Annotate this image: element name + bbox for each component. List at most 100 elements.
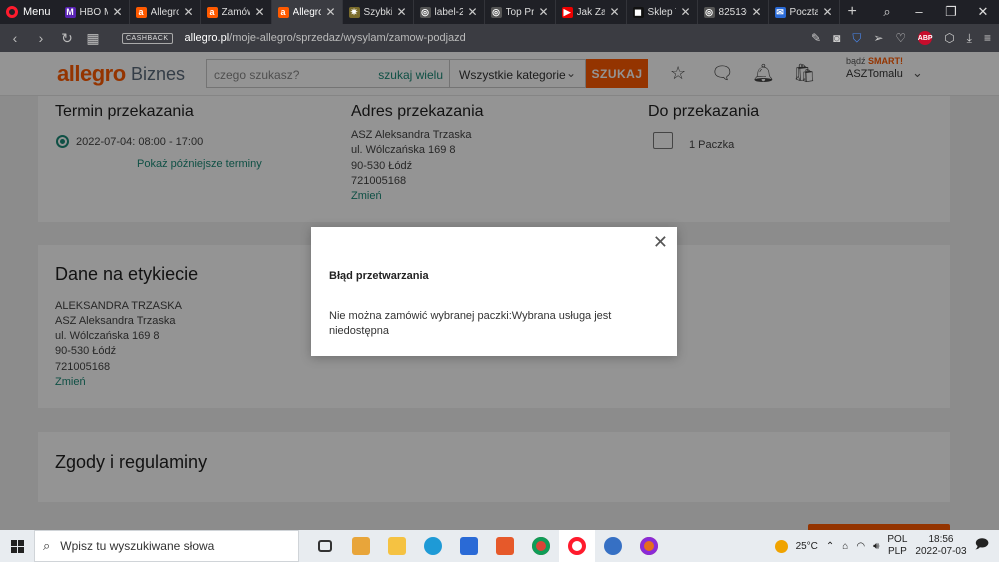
tab-close-icon[interactable]: ✕ [751, 5, 761, 19]
language-indicator[interactable]: POL PLP [887, 534, 907, 558]
address-bar-icons: ✎ ◙ ⛉ ➢ ♡ ABP ⬡ ⤓ ≡ [811, 31, 991, 46]
edit-icon[interactable]: ✎ [811, 31, 821, 45]
opera-menu-button[interactable]: Menu [0, 0, 59, 24]
windows-taskbar: ⌕ Wpisz tu wyszukiwane słowa 25°C ⌃ ⌂ ◠ … [0, 530, 999, 562]
wifi-icon[interactable]: ◠ [856, 541, 865, 552]
browser-tab[interactable]: ▶Jak Założyć✕ [556, 0, 627, 24]
edge-icon[interactable] [415, 530, 451, 562]
clock[interactable]: 18:56 2022-07-03 [915, 534, 966, 558]
taskbar-search-placeholder: Wpisz tu wyszukiwane słowa [60, 539, 215, 553]
browser-tab-bar: Menu MHBO Max✕aAllegro✕aZamówienia✕aAlle… [0, 0, 999, 24]
tab-close-icon[interactable]: ✕ [467, 5, 477, 19]
tab-close-icon[interactable]: ✕ [325, 5, 335, 19]
network-icon[interactable]: ⌂ [842, 541, 848, 552]
tab-label: Zamówienia [221, 6, 251, 18]
address-bar: ‹ › ↻ ▦ CASHBACK allegro.pl/moje-allegro… [0, 24, 999, 52]
firefox-icon[interactable] [631, 530, 667, 562]
tab-label: Sklep TC [647, 6, 677, 18]
tab-strip: MHBO Max✕aAllegro✕aZamówienia✕aAllegro✕✷… [59, 0, 840, 24]
shield-icon[interactable]: ⛉ [852, 31, 861, 46]
tab-close-icon[interactable]: ✕ [183, 5, 193, 19]
download-icon[interactable]: ⤓ [967, 31, 972, 46]
thunderbird-icon[interactable] [595, 530, 631, 562]
tab-label: label-20 [434, 6, 464, 18]
tab-close-icon[interactable]: ✕ [396, 5, 406, 19]
weather-sun-icon[interactable] [774, 539, 788, 553]
office-icon[interactable] [487, 530, 523, 562]
browser-tab[interactable]: ◎Top Print✕ [485, 0, 556, 24]
close-icon[interactable]: ✕ [653, 233, 668, 251]
tab-close-icon[interactable]: ✕ [538, 5, 548, 19]
volume-icon[interactable]: 🔊︎ [873, 541, 879, 552]
tab-favicon-icon: M [64, 6, 76, 18]
close-window-icon[interactable]: ✕ [967, 4, 999, 20]
tab-favicon-icon: ✷ [348, 6, 360, 18]
tab-close-icon[interactable]: ✕ [112, 5, 122, 19]
opera-logo-icon [6, 6, 18, 18]
back-icon[interactable]: ‹ [8, 30, 22, 46]
browser-tab[interactable]: aZamówienia✕ [201, 0, 272, 24]
notifications-icon[interactable]: 🗩 [975, 535, 989, 557]
error-modal: ✕ Błąd przetwarzania Nie można zamówić w… [311, 227, 677, 356]
browser-tab[interactable]: ◎825130✕ [698, 0, 769, 24]
taskbar-search-input[interactable]: ⌕ Wpisz tu wyszukiwane słowa [34, 530, 299, 562]
minimize-icon[interactable]: – [903, 4, 935, 20]
reload-icon[interactable]: ↻ [60, 30, 74, 47]
tab-favicon-icon: a [206, 6, 218, 18]
browser-tab[interactable]: MHBO Max✕ [59, 0, 130, 24]
adblock-icon[interactable]: ABP [918, 31, 933, 45]
modal-title: Błąd przetwarzania [329, 270, 429, 282]
search-icon: ⌕ [43, 538, 51, 553]
tab-label: Jak Założyć [576, 6, 606, 18]
forward-icon[interactable]: › [34, 30, 48, 46]
start-button[interactable] [0, 539, 34, 553]
tab-label: Szybkie [363, 6, 393, 18]
file-explorer-icon[interactable] [379, 530, 415, 562]
menu-label: Menu [23, 6, 51, 18]
window-controls: ⌕ – ❐ ✕ [871, 4, 999, 20]
tab-label: Poczta [789, 6, 819, 18]
url-field[interactable]: allegro.pl/moje-allegro/sprzedaz/wysylam… [185, 32, 466, 44]
browser-tab[interactable]: ◎label-20✕ [414, 0, 485, 24]
clock-date: 2022-07-03 [915, 546, 967, 557]
more-menu-icon[interactable]: ≡ [984, 31, 991, 45]
taskbar-apps [307, 530, 667, 562]
browser-tab[interactable]: a Allegro ✕ [271, 0, 343, 24]
system-tray: 25°C ⌃ ⌂ ◠ 🔊︎ POL PLP 18:56 2022-07-03 🗩 [774, 534, 999, 558]
speed-dial-icon[interactable]: ▦ [86, 30, 100, 47]
tray-expand-icon[interactable]: ⌃ [826, 541, 834, 552]
tab-favicon-icon: ◎ [703, 6, 715, 18]
restore-icon[interactable]: ❐ [935, 4, 967, 20]
tab-favicon-icon: a [135, 6, 147, 18]
send-icon[interactable]: ➢ [873, 31, 883, 45]
tab-close-icon[interactable]: ✕ [609, 5, 619, 19]
opera-icon[interactable] [559, 530, 595, 562]
modal-message: Nie można zamówić wybranej paczki:Wybran… [329, 310, 612, 337]
url-path: /moje-allegro/sprzedaz/wysylam/zamow-pod… [229, 32, 466, 44]
language-code: POL [887, 534, 908, 545]
mail-icon[interactable] [451, 530, 487, 562]
chrome-icon[interactable] [523, 530, 559, 562]
browser-tab[interactable]: ◼Sklep TC✕ [627, 0, 698, 24]
tab-label: Allegro [292, 6, 322, 18]
search-tabs-icon[interactable]: ⌕ [871, 4, 903, 20]
camera-icon[interactable]: ◙ [833, 31, 840, 45]
browser-tab[interactable]: ✷Szybkie✕ [343, 0, 414, 24]
cashback-badge[interactable]: CASHBACK [122, 32, 173, 44]
browser-tab[interactable]: ✉ Poczta ✕ [769, 0, 840, 24]
tab-close-icon[interactable]: ✕ [822, 5, 832, 19]
tab-favicon-icon: ◎ [419, 6, 431, 18]
media-player-icon[interactable] [343, 530, 379, 562]
task-view-icon[interactable] [307, 530, 343, 562]
keyboard-layout: PLP [887, 546, 907, 557]
tab-close-icon[interactable]: ✕ [680, 5, 690, 19]
tab-close-icon[interactable]: ✕ [254, 5, 264, 19]
new-tab-icon[interactable]: + [840, 3, 865, 21]
extension-cube-icon[interactable]: ⬡ [944, 31, 954, 45]
tab-favicon-icon: ◼ [632, 6, 644, 18]
tab-favicon-icon: ◎ [490, 6, 502, 18]
heart-icon[interactable]: ♡ [895, 31, 906, 45]
tab-label: HBO Max [79, 6, 109, 18]
browser-tab[interactable]: a Allegro ✕ [130, 0, 201, 24]
temperature[interactable]: 25°C [796, 541, 818, 552]
